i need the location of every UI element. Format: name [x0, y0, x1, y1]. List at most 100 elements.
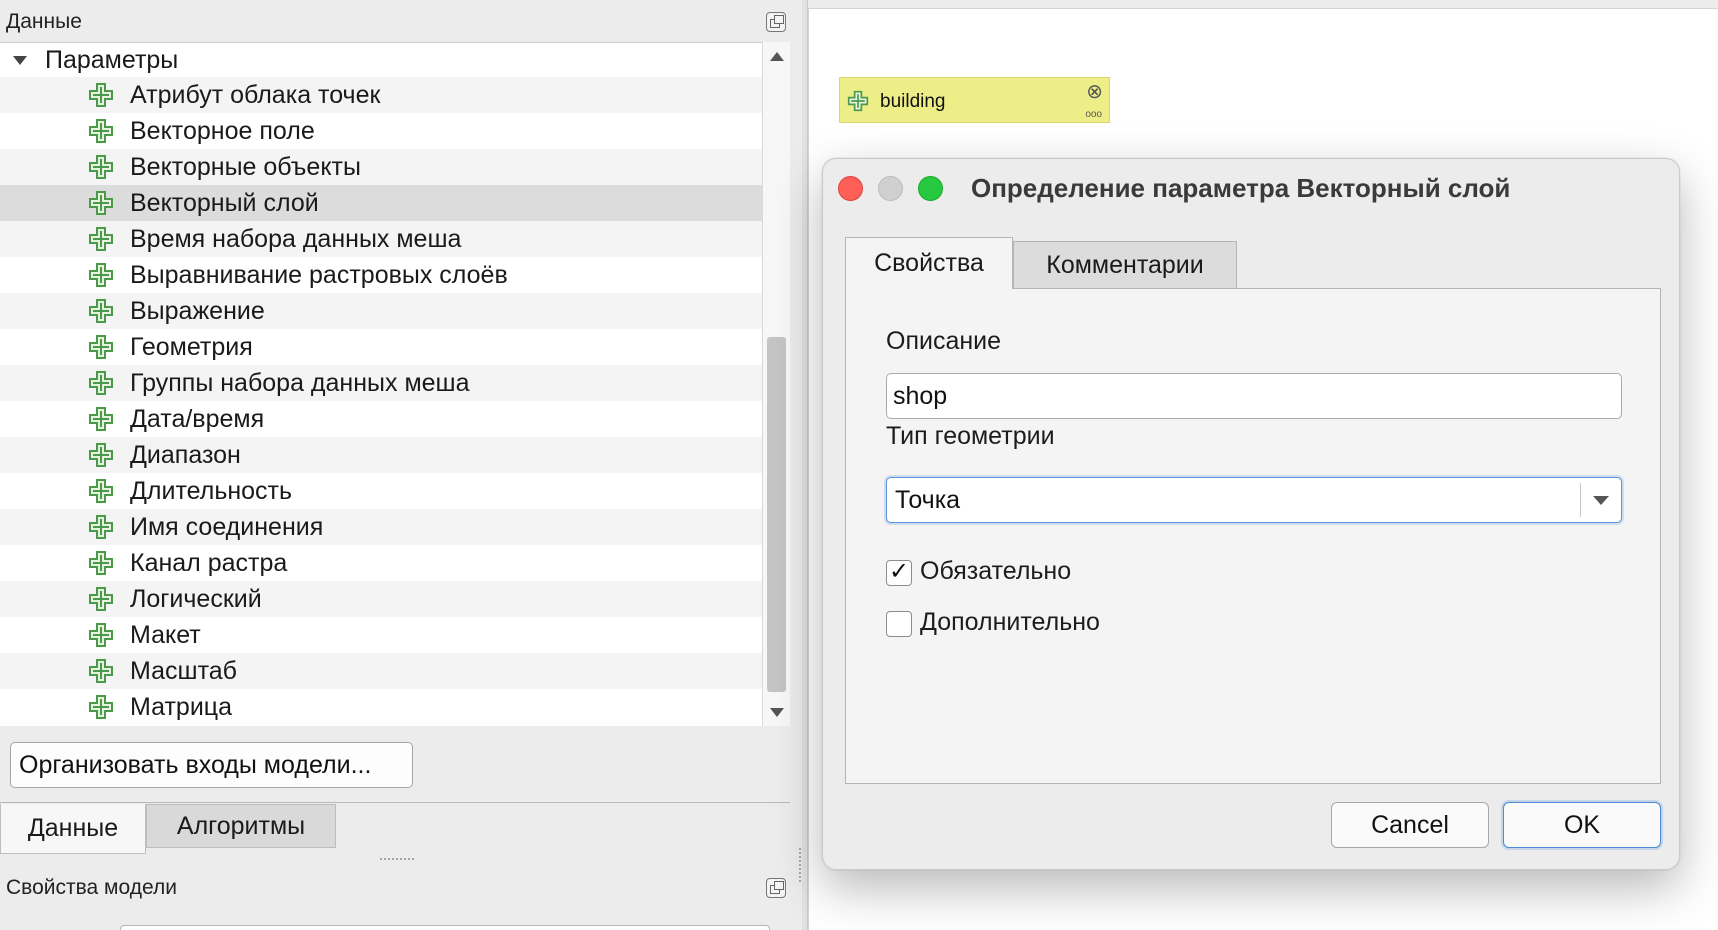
mandatory-label[interactable]: Обязательно — [920, 557, 1071, 586]
plus-icon — [89, 479, 113, 503]
parameter-definition-dialog: Определение параметра Векторный слой Сво… — [822, 158, 1680, 870]
plus-icon — [89, 407, 113, 431]
combo-separator — [1580, 483, 1581, 517]
plus-icon — [89, 299, 113, 323]
tree-item-label: Группы набора данных меша — [130, 368, 470, 397]
plus-icon — [89, 443, 113, 467]
advanced-label[interactable]: Дополнительно — [920, 608, 1100, 637]
tree-item-label: Время набора данных меша — [130, 224, 462, 253]
tree-item-label: Векторный слой — [130, 188, 319, 217]
plus-icon — [89, 227, 113, 251]
tree-item[interactable]: Матрица — [0, 689, 762, 725]
tree-item[interactable]: Длительность — [0, 473, 762, 509]
tree-item-label: Имя соединения — [130, 512, 324, 541]
tree-item-label: Геометрия — [130, 332, 253, 361]
window-close-button[interactable] — [838, 176, 863, 201]
tree-item[interactable]: Время набора данных меша — [0, 221, 762, 257]
tree-scrollbar[interactable] — [762, 42, 790, 726]
tree-item-label: Канал растра — [130, 548, 288, 577]
tree-items: Атрибут облака точек Векторное поле Вектор… — [0, 77, 762, 725]
tree-item[interactable]: Масштаб — [0, 653, 762, 689]
float-panel-icon[interactable] — [766, 12, 786, 32]
geometry-type-select[interactable]: Точка — [886, 477, 1622, 523]
tree-item[interactable]: Дата/время — [0, 401, 762, 437]
ok-button[interactable]: OK — [1503, 802, 1661, 848]
tree-item[interactable]: Атрибут облака точек — [0, 77, 762, 113]
node-more-icon[interactable]: ooo — [1085, 109, 1102, 120]
plus-icon — [89, 155, 113, 179]
tree-item[interactable]: Векторное поле — [0, 113, 762, 149]
resize-grip[interactable] — [380, 858, 414, 862]
plus-icon — [89, 695, 113, 719]
tab-bar-line — [0, 802, 790, 803]
plus-icon — [89, 119, 113, 143]
chevron-down-icon[interactable] — [1593, 496, 1609, 505]
tree-root-parameters[interactable]: Параметры — [0, 43, 762, 77]
plus-icon — [89, 191, 113, 215]
tree-item-label: Атрибут облака точек — [130, 80, 381, 109]
tree-item[interactable]: Группы набора данных меша — [0, 365, 762, 401]
tree-item-label: Выравнивание растровых слоёв — [130, 260, 508, 289]
tree-item-label: Векторные объекты — [130, 152, 361, 181]
plus-icon — [89, 335, 113, 359]
tree-item-label: Матрица — [130, 692, 233, 721]
data-panel-title: Данные — [6, 10, 82, 33]
plus-icon — [89, 659, 113, 683]
tree-item[interactable]: Канал растра — [0, 545, 762, 581]
tree-item-label: Масштаб — [130, 656, 237, 685]
scroll-up-arrow-icon[interactable] — [770, 52, 784, 61]
window-minimize-button[interactable] — [878, 176, 903, 201]
scrollbar-thumb[interactable] — [767, 337, 786, 692]
tree-item-label: Диапазон — [130, 440, 241, 469]
delete-node-icon[interactable]: ⊗ — [1086, 82, 1103, 102]
tab-data[interactable]: Данные — [0, 804, 146, 854]
window-zoom-button[interactable] — [918, 176, 943, 201]
model-name-field[interactable] — [120, 925, 770, 930]
tab-properties[interactable]: Свойства — [845, 237, 1013, 289]
tree-item-label: Макет — [130, 620, 201, 649]
dialog-title: Определение параметра Векторный слой — [971, 173, 1511, 203]
geometry-type-label: Тип геометрии — [886, 422, 1055, 450]
tree-item[interactable]: Логический — [0, 581, 762, 617]
tree-item[interactable]: Выравнивание растровых слоёв — [0, 257, 762, 293]
parameters-tree: Параметры Атрибут облака точек Векторное … — [0, 42, 762, 726]
tree-item[interactable]: Диапазон — [0, 437, 762, 473]
splitter-grip[interactable] — [799, 848, 802, 882]
tree-root-label: Параметры — [45, 45, 179, 74]
model-input-node[interactable]: building ⊗ ooo — [839, 77, 1110, 123]
properties-panel: Описание Тип геометрии Точка ✓ Обязатель… — [845, 288, 1661, 784]
tree-item-label: Векторное поле — [130, 116, 315, 145]
tab-algorithms[interactable]: Алгоритмы — [146, 804, 336, 848]
tree-item[interactable]: Макет — [0, 617, 762, 653]
description-input[interactable] — [886, 373, 1622, 419]
left-dock-panel: Данные Параметры Атрибут облака точек Век… — [0, 0, 795, 930]
plus-icon — [89, 587, 113, 611]
plus-icon — [89, 623, 113, 647]
scroll-down-arrow-icon[interactable] — [770, 708, 784, 717]
advanced-checkbox[interactable] — [886, 611, 912, 637]
plus-icon — [847, 90, 869, 112]
plus-icon — [89, 371, 113, 395]
cancel-button[interactable]: Cancel — [1331, 802, 1489, 848]
model-properties-title: Свойства модели — [6, 876, 177, 899]
tree-item[interactable]: Геометрия — [0, 329, 762, 365]
collapse-arrow-icon[interactable] — [13, 55, 27, 65]
description-label: Описание — [886, 327, 1002, 355]
mandatory-checkbox[interactable]: ✓ — [886, 560, 912, 586]
tree-item[interactable]: Выражение — [0, 293, 762, 329]
tree-item[interactable]: Векторный слой — [0, 185, 762, 221]
organize-model-inputs-button[interactable]: Организовать входы модели... — [10, 742, 413, 788]
float-panel-icon[interactable] — [766, 878, 786, 898]
plus-icon — [89, 263, 113, 287]
tree-item[interactable]: Векторные объекты — [0, 149, 762, 185]
plus-icon — [89, 83, 113, 107]
geometry-type-value: Точка — [895, 486, 961, 514]
tree-item[interactable]: Имя соединения — [0, 509, 762, 545]
plus-icon — [89, 551, 113, 575]
tab-comments[interactable]: Комментарии — [1013, 241, 1237, 289]
tree-item-label: Длительность — [130, 476, 293, 505]
tree-item-label: Дата/время — [130, 404, 265, 433]
plus-icon — [89, 515, 113, 539]
tree-item-label: Логический — [130, 584, 262, 613]
tree-item-label: Выражение — [130, 296, 265, 325]
